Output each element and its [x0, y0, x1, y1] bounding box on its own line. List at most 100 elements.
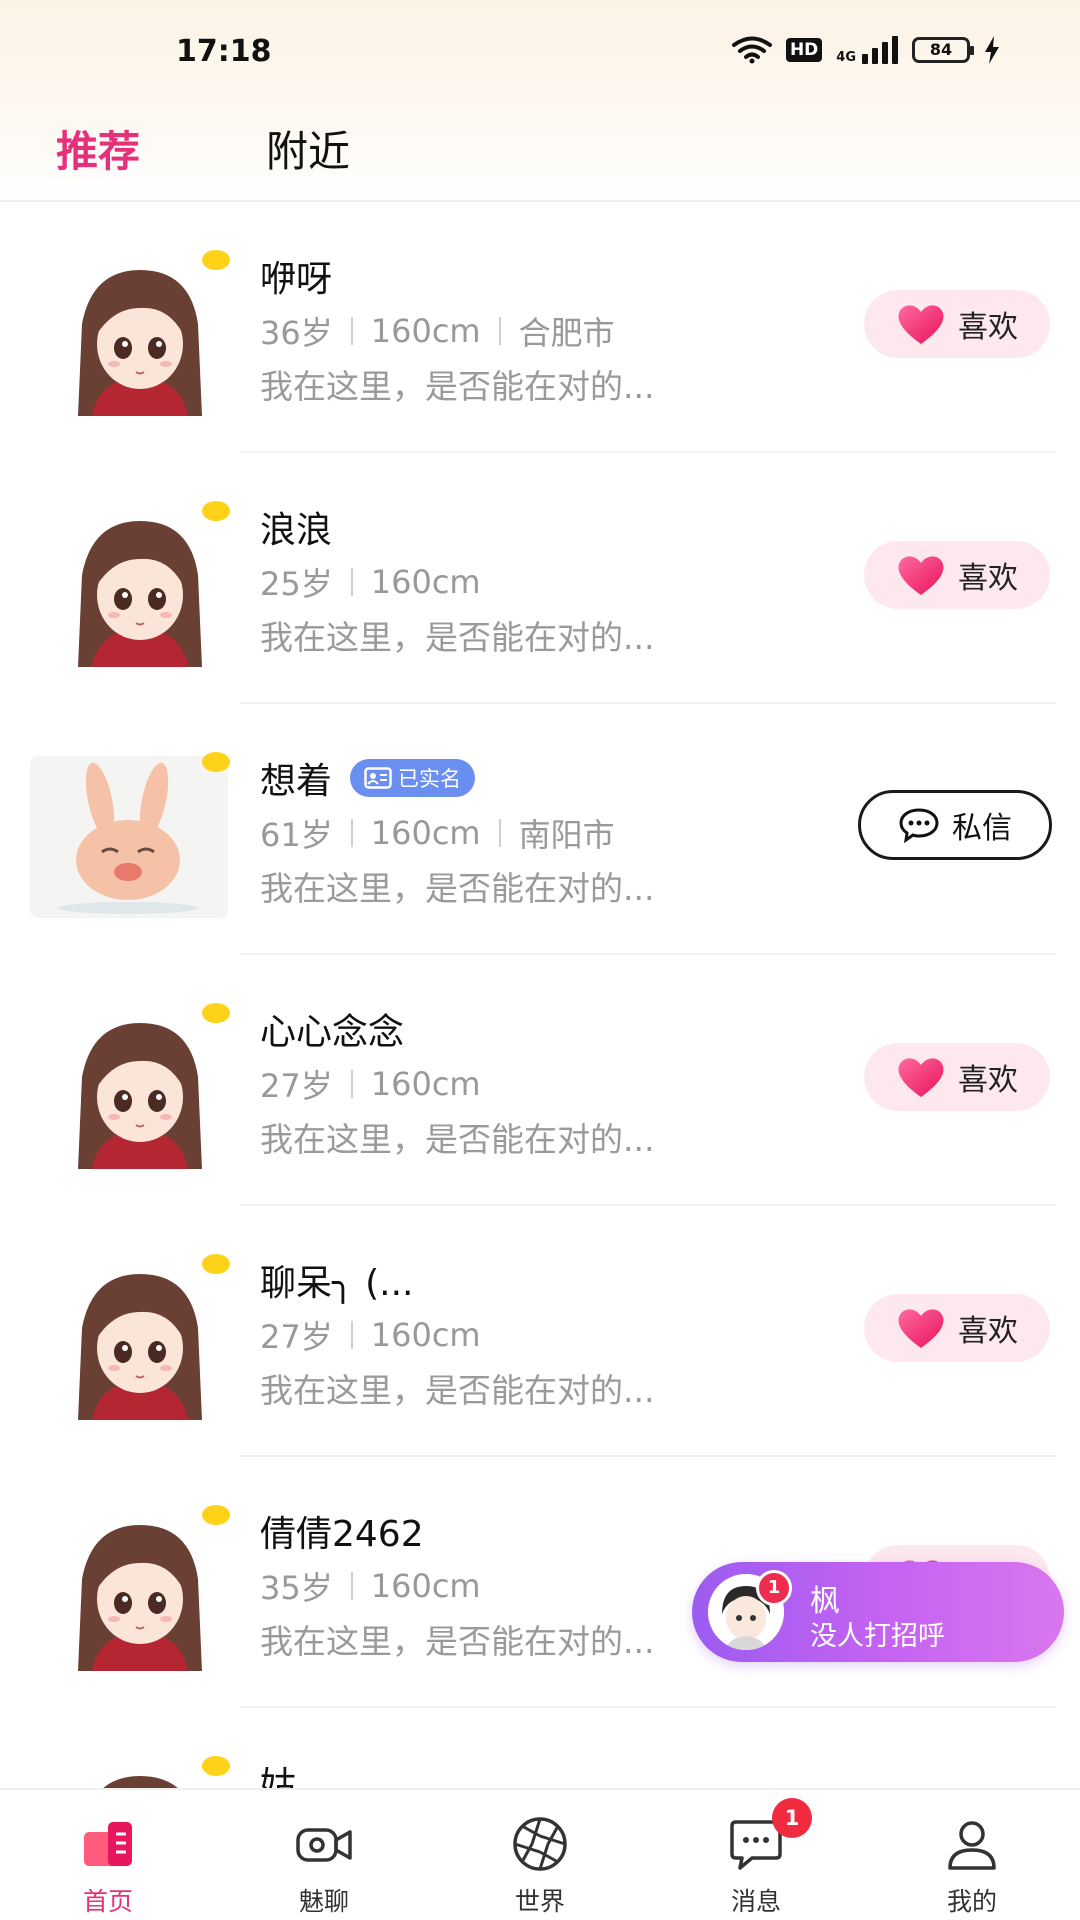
wifi-icon — [731, 36, 772, 64]
list-item[interactable]: 聊呆╮ (... 27岁 160cm 我在这里，是否能在对的... 喜欢 — [0, 1206, 1080, 1457]
nav-item-profile[interactable]: 我的 — [864, 1790, 1080, 1920]
user-desc: 我在这里，是否能在对的... — [260, 1371, 655, 1410]
name-line: 聊呆╮ (... — [260, 1254, 414, 1306]
heart-icon — [898, 1058, 944, 1097]
rabbit-avatar[interactable] — [30, 756, 228, 918]
like-button[interactable]: 喜欢 — [864, 290, 1050, 358]
name-line: 姑 — [260, 1756, 296, 1788]
status-icons: HD 4G 84 — [731, 36, 1000, 64]
info-separator — [498, 317, 501, 345]
user-desc: 我在这里，是否能在对的... — [260, 367, 655, 406]
like-label: 喜欢 — [958, 1063, 1018, 1098]
girl-avatar[interactable] — [30, 1007, 228, 1169]
id-card-icon — [364, 767, 392, 789]
online-dot — [202, 1756, 230, 1776]
nav-label: 消息 — [730, 1887, 781, 1916]
status-time: 17:18 — [176, 34, 272, 69]
user-name: 咿呀 — [260, 259, 333, 300]
heart-icon — [898, 305, 944, 344]
nav-item-world[interactable]: 世界 — [432, 1790, 648, 1920]
user-info: 36岁 160cm 合肥市 — [260, 308, 615, 354]
status-bar: 17:18 HD 4G 84 — [0, 0, 1080, 100]
charging-icon — [985, 36, 999, 64]
list-item[interactable]: 咿呀 36岁 160cm 合肥市 我在这里，是否能在对的... 喜欢 — [0, 202, 1080, 453]
user-age: 36岁 — [260, 314, 333, 352]
like-button[interactable]: 喜欢 — [864, 1043, 1050, 1111]
online-dot — [202, 1003, 230, 1023]
online-dot — [202, 752, 230, 772]
user-name: 聊呆╮ (... — [260, 1263, 414, 1304]
bottom-nav: 首页 魅聊 世界 1 消息 我的 — [0, 1788, 1080, 1920]
like-label: 喜欢 — [958, 561, 1018, 596]
hd-badge: HD — [785, 38, 823, 62]
user-info: 27岁 160cm — [260, 1061, 481, 1107]
signal-icon: 4G — [836, 36, 898, 64]
popup-text: 没人打招呼 — [810, 1621, 945, 1652]
info-separator — [350, 1321, 353, 1349]
list-item[interactable]: 心心念念 27岁 160cm 我在这里，是否能在对的... 喜欢 — [0, 955, 1080, 1206]
info-separator — [498, 819, 501, 847]
user-name: 想着 — [260, 761, 333, 802]
list-item[interactable]: 浪浪 25岁 160cm 我在这里，是否能在对的... 喜欢 — [0, 453, 1080, 704]
name-line: 心心念念 — [260, 1003, 404, 1055]
user-age: 27岁 — [260, 1067, 333, 1105]
user-height: 160cm — [370, 312, 481, 350]
popup-unread-badge: 1 — [756, 1570, 792, 1606]
user-height: 160cm — [370, 1065, 481, 1103]
name-line: 想着 已实名 — [260, 752, 476, 804]
top-tabs: 推荐 附近 — [0, 110, 1080, 200]
girl-avatar[interactable] — [30, 1509, 228, 1671]
video-camera-icon — [296, 1828, 352, 1862]
user-height: 160cm — [370, 1316, 481, 1354]
messages-unread-badge: 1 — [772, 1798, 812, 1838]
user-name: 心心念念 — [260, 1012, 405, 1053]
tab-nearby[interactable]: 附近 — [266, 118, 350, 179]
user-info: 35岁 160cm — [260, 1563, 481, 1609]
user-name: 浪浪 — [260, 510, 333, 551]
user-age: 35岁 — [260, 1569, 333, 1607]
nav-label: 魅聊 — [298, 1887, 349, 1916]
online-dot — [202, 1505, 230, 1525]
nav-item-home[interactable]: 首页 — [0, 1790, 216, 1920]
name-line: 浪浪 — [260, 501, 332, 553]
online-dot — [202, 1254, 230, 1274]
user-icon — [948, 1821, 996, 1870]
user-desc: 我在这里，是否能在对的... — [260, 869, 655, 908]
list-item[interactable]: 想着 已实名 61岁 160cm 南阳市 我在这里，是否能在对的... 私信 — [0, 704, 1080, 955]
info-separator — [350, 317, 353, 345]
girl-avatar[interactable] — [30, 1760, 228, 1788]
name-line: 倩倩2462 — [260, 1505, 424, 1557]
user-age: 61岁 — [260, 816, 333, 854]
user-city: 南阳市 — [518, 816, 615, 854]
aperture-icon — [513, 1817, 567, 1871]
heart-icon — [898, 1309, 944, 1348]
girl-avatar[interactable] — [30, 254, 228, 416]
nav-label: 世界 — [514, 1887, 565, 1916]
tab-recommend[interactable]: 推荐 — [56, 118, 140, 179]
user-desc: 我在这里，是否能在对的... — [260, 618, 655, 657]
like-button[interactable]: 喜欢 — [864, 1294, 1050, 1362]
list-item[interactable]: 姑 — [0, 1708, 1080, 1788]
user-age: 27岁 — [260, 1318, 333, 1356]
user-height: 160cm — [370, 814, 481, 852]
network-type: 4G — [836, 50, 856, 65]
chat-icon — [899, 808, 939, 843]
nav-item-messages[interactable]: 1 消息 — [648, 1790, 864, 1920]
info-separator — [350, 568, 353, 596]
girl-avatar[interactable] — [30, 1258, 228, 1420]
user-height: 160cm — [370, 1567, 481, 1605]
user-desc: 我在这里，是否能在对的... — [260, 1120, 655, 1159]
nav-item-video-chat[interactable]: 魅聊 — [216, 1790, 432, 1920]
user-city: 合肥市 — [518, 314, 615, 352]
online-dot — [202, 501, 230, 521]
message-label: 私信 — [952, 811, 1012, 846]
message-button[interactable]: 私信 — [858, 790, 1052, 860]
online-dot — [202, 250, 230, 270]
like-label: 喜欢 — [958, 1314, 1018, 1349]
verified-label: 已实名 — [398, 767, 462, 791]
girl-avatar[interactable] — [30, 505, 228, 667]
like-button[interactable]: 喜欢 — [864, 541, 1050, 609]
user-height: 160cm — [370, 563, 481, 601]
nav-label: 我的 — [946, 1887, 997, 1916]
greeting-popup[interactable]: 1 枫 没人打招呼 — [692, 1562, 1064, 1662]
